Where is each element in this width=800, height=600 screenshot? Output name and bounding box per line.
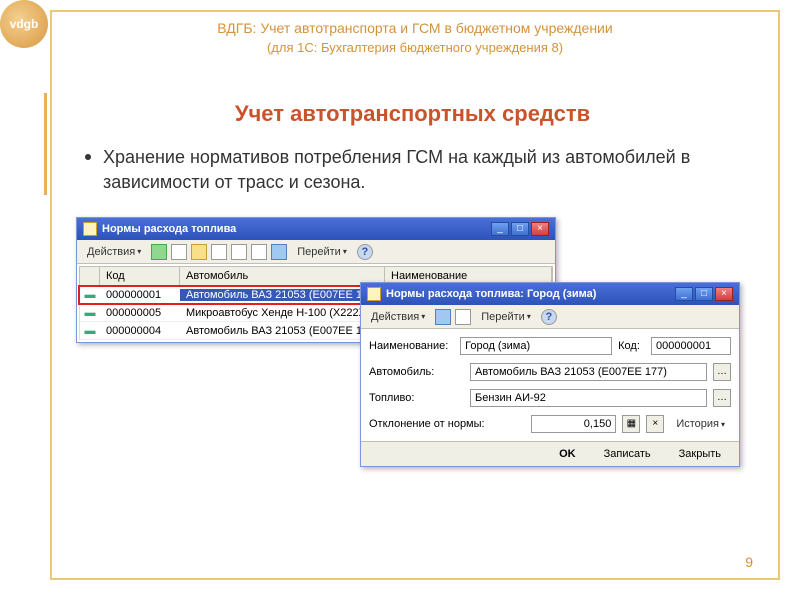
add-icon[interactable] <box>151 244 167 260</box>
refresh-icon[interactable] <box>251 244 267 260</box>
fuel-input[interactable] <box>470 389 707 407</box>
window-title: Нормы расхода топлива: Город (зима) <box>386 288 675 300</box>
section-title: Учет автотранспортных средств <box>77 93 748 145</box>
auto-input[interactable] <box>470 363 707 381</box>
help-icon[interactable]: ? <box>357 244 373 260</box>
window-title: Нормы расхода топлива <box>102 223 491 235</box>
chevron-down-icon: ▾ <box>137 247 141 256</box>
chevron-down-icon: ▾ <box>527 312 531 321</box>
maximize-button[interactable]: □ <box>695 287 713 301</box>
deviation-input[interactable] <box>531 415 616 433</box>
lookup-button[interactable]: … <box>713 363 731 381</box>
close-button[interactable]: × <box>715 287 733 301</box>
filter-icon[interactable] <box>231 244 247 260</box>
label-code: Код: <box>618 340 645 352</box>
toolbar: Действия▾ Перейти▾ ? <box>361 305 739 329</box>
refresh-icon[interactable] <box>455 309 471 325</box>
close-button[interactable]: × <box>531 222 549 236</box>
row-marker-icon: ▬ <box>80 325 100 337</box>
row-marker-icon: ▬ <box>80 307 100 319</box>
header-title: ВДГБ: Учет автотранспорта и ГСМ в бюджет… <box>52 12 778 40</box>
row-marker-icon: ▬ <box>80 289 100 301</box>
name-input[interactable] <box>460 337 612 355</box>
titlebar[interactable]: Нормы расхода топлива: Город (зима) _ □ … <box>361 283 739 305</box>
delete-icon[interactable] <box>211 244 227 260</box>
goto-menu[interactable]: Перейти▾ <box>475 309 537 325</box>
window-icon <box>83 222 97 236</box>
actions-menu[interactable]: Действия▾ <box>365 309 431 325</box>
ok-button[interactable]: OK <box>549 446 586 462</box>
window-fuel-norm-edit: Нормы расхода топлива: Город (зима) _ □ … <box>360 282 740 467</box>
col-auto[interactable]: Автомобиль <box>180 267 385 285</box>
label-auto: Автомобиль: <box>369 366 464 378</box>
clear-button[interactable]: × <box>646 415 664 433</box>
add-copy-icon[interactable] <box>171 244 187 260</box>
page-number: 9 <box>745 554 753 570</box>
save-icon[interactable] <box>435 309 451 325</box>
help-icon[interactable]: ? <box>541 309 557 325</box>
chevron-down-icon: ▾ <box>721 420 725 429</box>
brand-logo: vdgb <box>0 0 48 48</box>
chevron-down-icon: ▾ <box>421 312 425 321</box>
actions-menu[interactable]: Действия▾ <box>81 244 147 260</box>
minimize-button[interactable]: _ <box>675 287 693 301</box>
maximize-button[interactable]: □ <box>511 222 529 236</box>
sort-icon[interactable] <box>271 244 287 260</box>
col-code[interactable]: Код <box>100 267 180 285</box>
window-icon <box>367 287 381 301</box>
content-block: Учет автотранспортных средств Хранение н… <box>44 93 778 195</box>
history-button[interactable]: История▾ <box>670 416 731 432</box>
lookup-button[interactable]: … <box>713 389 731 407</box>
save-button[interactable]: Записать <box>594 446 661 462</box>
label-fuel: Топливо: <box>369 392 464 404</box>
label-name: Наименование: <box>369 340 454 352</box>
minimize-button[interactable]: _ <box>491 222 509 236</box>
dialog-buttons: OK Записать Закрыть <box>361 441 739 466</box>
toolbar: Действия▾ Перейти▾ ? <box>77 240 555 264</box>
edit-icon[interactable] <box>191 244 207 260</box>
section-text-content: Хранение нормативов потребления ГСМ на к… <box>103 147 690 192</box>
header-subtitle: (для 1С: Бухгалтерия бюджетного учрежден… <box>52 40 778 63</box>
calculator-button[interactable]: ▦ <box>622 415 640 433</box>
titlebar[interactable]: Нормы расхода топлива _ □ × <box>77 218 555 240</box>
section-text: Хранение нормативов потребления ГСМ на к… <box>77 145 748 195</box>
chevron-down-icon: ▾ <box>343 247 347 256</box>
close-button[interactable]: Закрыть <box>669 446 731 462</box>
goto-menu[interactable]: Перейти▾ <box>291 244 353 260</box>
code-input[interactable] <box>651 337 731 355</box>
label-deviation: Отклонение от нормы: <box>369 418 494 430</box>
bullet-icon <box>85 154 91 160</box>
